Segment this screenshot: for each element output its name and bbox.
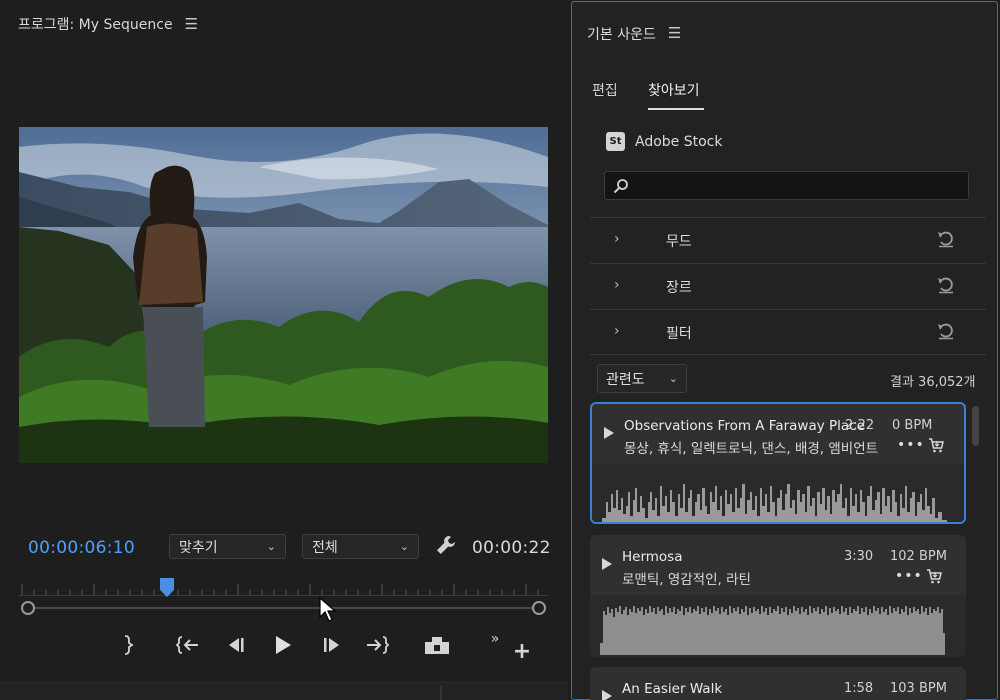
chevron-down-icon: ⌄ xyxy=(668,372,678,385)
plus-icon: + xyxy=(512,638,532,664)
double-chevron-right-icon: » xyxy=(490,631,500,647)
play-icon[interactable] xyxy=(601,557,613,571)
step-back-icon xyxy=(229,638,244,652)
play-icon[interactable] xyxy=(603,426,615,440)
waveform-graphic xyxy=(602,484,947,522)
export-frame-button[interactable] xyxy=(422,628,452,662)
camera-export-icon xyxy=(425,637,449,654)
track-bpm: 103 BPM xyxy=(890,681,947,696)
cart-icon[interactable] xyxy=(928,438,944,453)
active-tab-indicator xyxy=(648,108,704,110)
sort-value: 관련도 xyxy=(606,371,645,388)
track-tags: 로맨틱, 영감적인, 라틴 xyxy=(622,572,751,588)
zoom-fit-value: 맞추기 xyxy=(179,539,218,556)
step-forward-button[interactable] xyxy=(317,628,347,662)
waveform-area[interactable] xyxy=(592,464,964,522)
adobe-stock-logo-icon: St xyxy=(606,132,625,151)
adobe-stock-source[interactable]: St Adobe Stock xyxy=(606,132,722,151)
playback-resolution-value: 전체 xyxy=(312,539,338,556)
scroll-handle-left xyxy=(21,601,35,615)
result-count: 결과 36,052개 xyxy=(890,375,976,390)
waveform-area[interactable] xyxy=(590,595,966,657)
program-monitor-header: 프로그램: My Sequence ☰ xyxy=(18,14,198,34)
search-icon xyxy=(613,179,628,194)
play-button[interactable] xyxy=(268,628,298,662)
panel-menu-icon[interactable]: ☰ xyxy=(185,15,198,33)
playback-resolution-dropdown[interactable]: 전체 ⌄ xyxy=(302,534,419,559)
go-to-in-icon xyxy=(176,636,198,654)
go-to-out-button[interactable] xyxy=(362,628,392,662)
go-to-out-icon xyxy=(367,636,389,654)
track-title: Observations From A Faraway Place xyxy=(624,418,865,434)
step-back-button[interactable] xyxy=(220,628,250,662)
transport-controls: » + xyxy=(110,628,540,668)
track-title: An Easier Walk xyxy=(622,681,723,697)
tab-edit[interactable]: 편집 xyxy=(592,80,618,100)
chevron-down-icon: ⌄ xyxy=(266,540,276,553)
program-monitor: 프로그램: My Sequence ☰ 00:00:06:10 맞추기 ⌄ 전체… xyxy=(0,0,568,700)
play-icon[interactable] xyxy=(601,689,613,700)
more-controls-button[interactable]: » xyxy=(480,622,510,656)
chevron-right-icon[interactable]: › xyxy=(614,277,620,293)
filter-row-mood[interactable]: › 무드 xyxy=(590,217,986,263)
mark-out-icon xyxy=(124,635,134,655)
bottom-panel-edge xyxy=(0,682,568,700)
current-timecode[interactable]: 00:00:06:10 xyxy=(28,538,135,558)
adobe-stock-label: Adobe Stock xyxy=(635,133,723,150)
time-ruler[interactable] xyxy=(18,580,548,596)
track-bpm: 0 BPM xyxy=(892,418,933,433)
essential-sound-panel: 기본 사운드 ☰ 편집 찾아보기 St Adobe Stock › 무드 › 장… xyxy=(571,1,998,700)
panel-menu-icon[interactable]: ☰ xyxy=(668,24,681,44)
reset-icon[interactable] xyxy=(936,276,956,294)
results-scrollbar[interactable] xyxy=(972,406,979,446)
filter-row-genre[interactable]: › 장르 xyxy=(590,263,986,309)
playhead-marker[interactable] xyxy=(159,578,175,598)
program-monitor-title: 프로그램: My Sequence xyxy=(18,17,173,33)
more-options-icon[interactable]: ••• xyxy=(895,568,923,584)
chevron-right-icon[interactable]: › xyxy=(614,323,620,339)
play-icon xyxy=(276,636,291,654)
track-item[interactable]: Observations From A Faraway Place 2:22 0… xyxy=(590,402,966,524)
add-button[interactable]: + xyxy=(507,634,537,668)
go-to-in-button[interactable] xyxy=(173,628,203,662)
video-preview xyxy=(19,127,548,463)
track-tags: 몽상, 휴식, 일렉트로닉, 댄스, 배경, 앰비언트 xyxy=(624,441,879,457)
duration-timecode: 00:00:22 xyxy=(472,538,551,558)
sort-dropdown[interactable]: 관련도 ⌄ xyxy=(597,364,687,393)
track-duration: 2:22 xyxy=(845,418,875,433)
track-item[interactable]: Hermosa 3:30 102 BPM 로맨틱, 영감적인, 라틴 ••• xyxy=(590,535,966,657)
mark-out-button[interactable] xyxy=(113,628,143,662)
track-bpm: 102 BPM xyxy=(890,549,947,564)
scroll-handle-right xyxy=(532,601,546,615)
reset-icon[interactable] xyxy=(936,322,956,340)
filter-row-filter[interactable]: › 필터 xyxy=(590,309,986,355)
filter-label: 필터 xyxy=(666,326,692,342)
zoom-scroll-bar[interactable] xyxy=(18,598,548,618)
filter-label: 무드 xyxy=(666,234,692,250)
search-input[interactable] xyxy=(635,175,955,197)
step-forward-icon xyxy=(324,638,339,652)
zoom-fit-dropdown[interactable]: 맞추기 ⌄ xyxy=(169,534,286,559)
chevron-down-icon: ⌄ xyxy=(399,540,409,553)
chevron-right-icon[interactable]: › xyxy=(614,231,620,247)
mouse-cursor-icon xyxy=(319,597,337,622)
tab-browse[interactable]: 찾아보기 xyxy=(648,80,700,100)
track-title: Hermosa xyxy=(622,549,683,565)
reset-icon[interactable] xyxy=(936,230,956,248)
cart-icon[interactable] xyxy=(926,569,942,584)
track-duration: 1:58 xyxy=(844,681,874,696)
track-duration: 3:30 xyxy=(844,549,874,564)
search-box[interactable] xyxy=(604,171,969,200)
essential-sound-header: 기본 사운드 ☰ xyxy=(587,24,681,44)
filter-label: 장르 xyxy=(666,280,692,296)
panel-title: 기본 사운드 xyxy=(587,27,656,43)
video-frame-image xyxy=(19,127,548,463)
more-options-icon[interactable]: ••• xyxy=(897,437,925,453)
settings-wrench-icon[interactable] xyxy=(435,534,457,560)
track-item[interactable]: An Easier Walk 1:58 103 BPM xyxy=(590,667,966,700)
waveform-graphic xyxy=(600,606,945,655)
